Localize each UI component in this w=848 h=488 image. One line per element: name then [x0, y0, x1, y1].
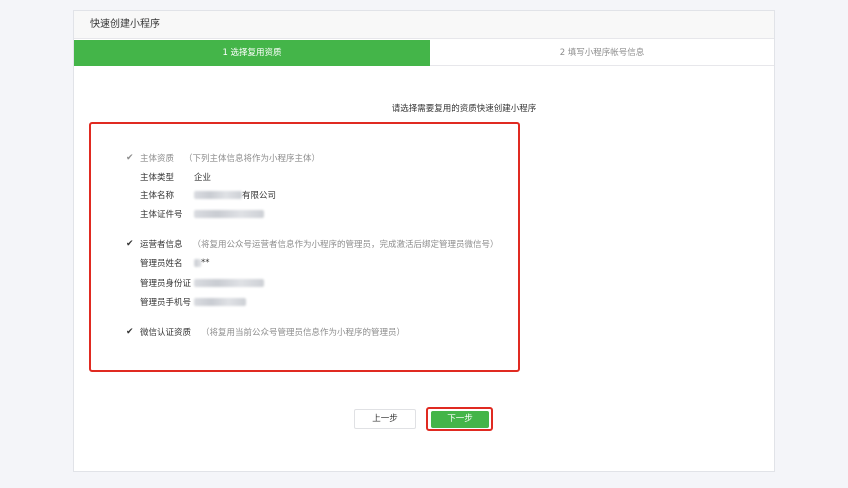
admin-id-row: 管理员身份证 [140, 277, 264, 289]
subject-name-value: 有限公司 [242, 191, 277, 201]
subject-name-label: 主体名称 [140, 191, 175, 201]
operator-section: ✔ 运营者信息 （将复用公众号运营者信息作为小程序的管理员，完成激活后绑定管理员… [126, 238, 499, 250]
wechat-cert-title: 微信认证资质 [140, 328, 192, 338]
next-button-highlight: 下一步 [426, 407, 493, 431]
admin-name-row: 管理员姓名 ** [140, 257, 210, 269]
subject-id-label: 主体证件号 [140, 210, 183, 220]
wechat-cert-checkbox[interactable]: ✔ [126, 327, 135, 337]
subject-title: 主体资质 [140, 154, 175, 164]
redacted-subject-id [194, 210, 264, 218]
redacted-admin-phone [194, 298, 246, 306]
redacted-admin-id [194, 279, 264, 287]
subject-type-row: 主体类型 企业 [140, 171, 211, 183]
subject-id-row: 主体证件号 [140, 208, 264, 220]
admin-id-label: 管理员身份证 [140, 279, 192, 289]
subject-section: ✔ 主体资质 （下列主体信息将作为小程序主体） [126, 152, 320, 164]
subject-checkbox[interactable]: ✔ [126, 153, 135, 163]
subject-name-row: 主体名称 有限公司 [140, 189, 276, 201]
wechat-cert-section: ✔ 微信认证资质 （将复用当前公众号管理员信息作为小程序的管理员） [126, 326, 405, 338]
redacted-name [194, 191, 242, 199]
admin-name-label: 管理员姓名 [140, 259, 183, 269]
operator-title: 运营者信息 [140, 240, 183, 250]
step-2: 2 填写小程序帐号信息 [430, 40, 774, 66]
admin-name-value: ** [201, 258, 210, 268]
redacted-admin-name [194, 259, 201, 267]
prev-step-button[interactable]: 上一步 [354, 409, 416, 429]
admin-phone-row: 管理员手机号 [140, 296, 246, 308]
admin-phone-label: 管理员手机号 [140, 298, 192, 308]
next-step-button[interactable]: 下一步 [431, 411, 489, 428]
intro-text: 请选择需要复用的资质快速创建小程序 [391, 104, 537, 114]
subject-type-value: 企业 [194, 173, 212, 183]
page-title: 快速创建小程序 [74, 11, 774, 39]
step-indicator: 1 选择复用资质 2 填写小程序帐号信息 [74, 40, 774, 66]
subject-type-label: 主体类型 [140, 173, 175, 183]
step-1-active: 1 选择复用资质 [74, 40, 440, 66]
operator-hint: （将复用公众号运营者信息作为小程序的管理员，完成激活后绑定管理员微信号） [192, 240, 499, 250]
subject-hint: （下列主体信息将作为小程序主体） [184, 154, 321, 164]
wechat-cert-hint: （将复用当前公众号管理员信息作为小程序的管理员） [201, 328, 406, 338]
operator-checkbox[interactable]: ✔ [126, 239, 135, 249]
